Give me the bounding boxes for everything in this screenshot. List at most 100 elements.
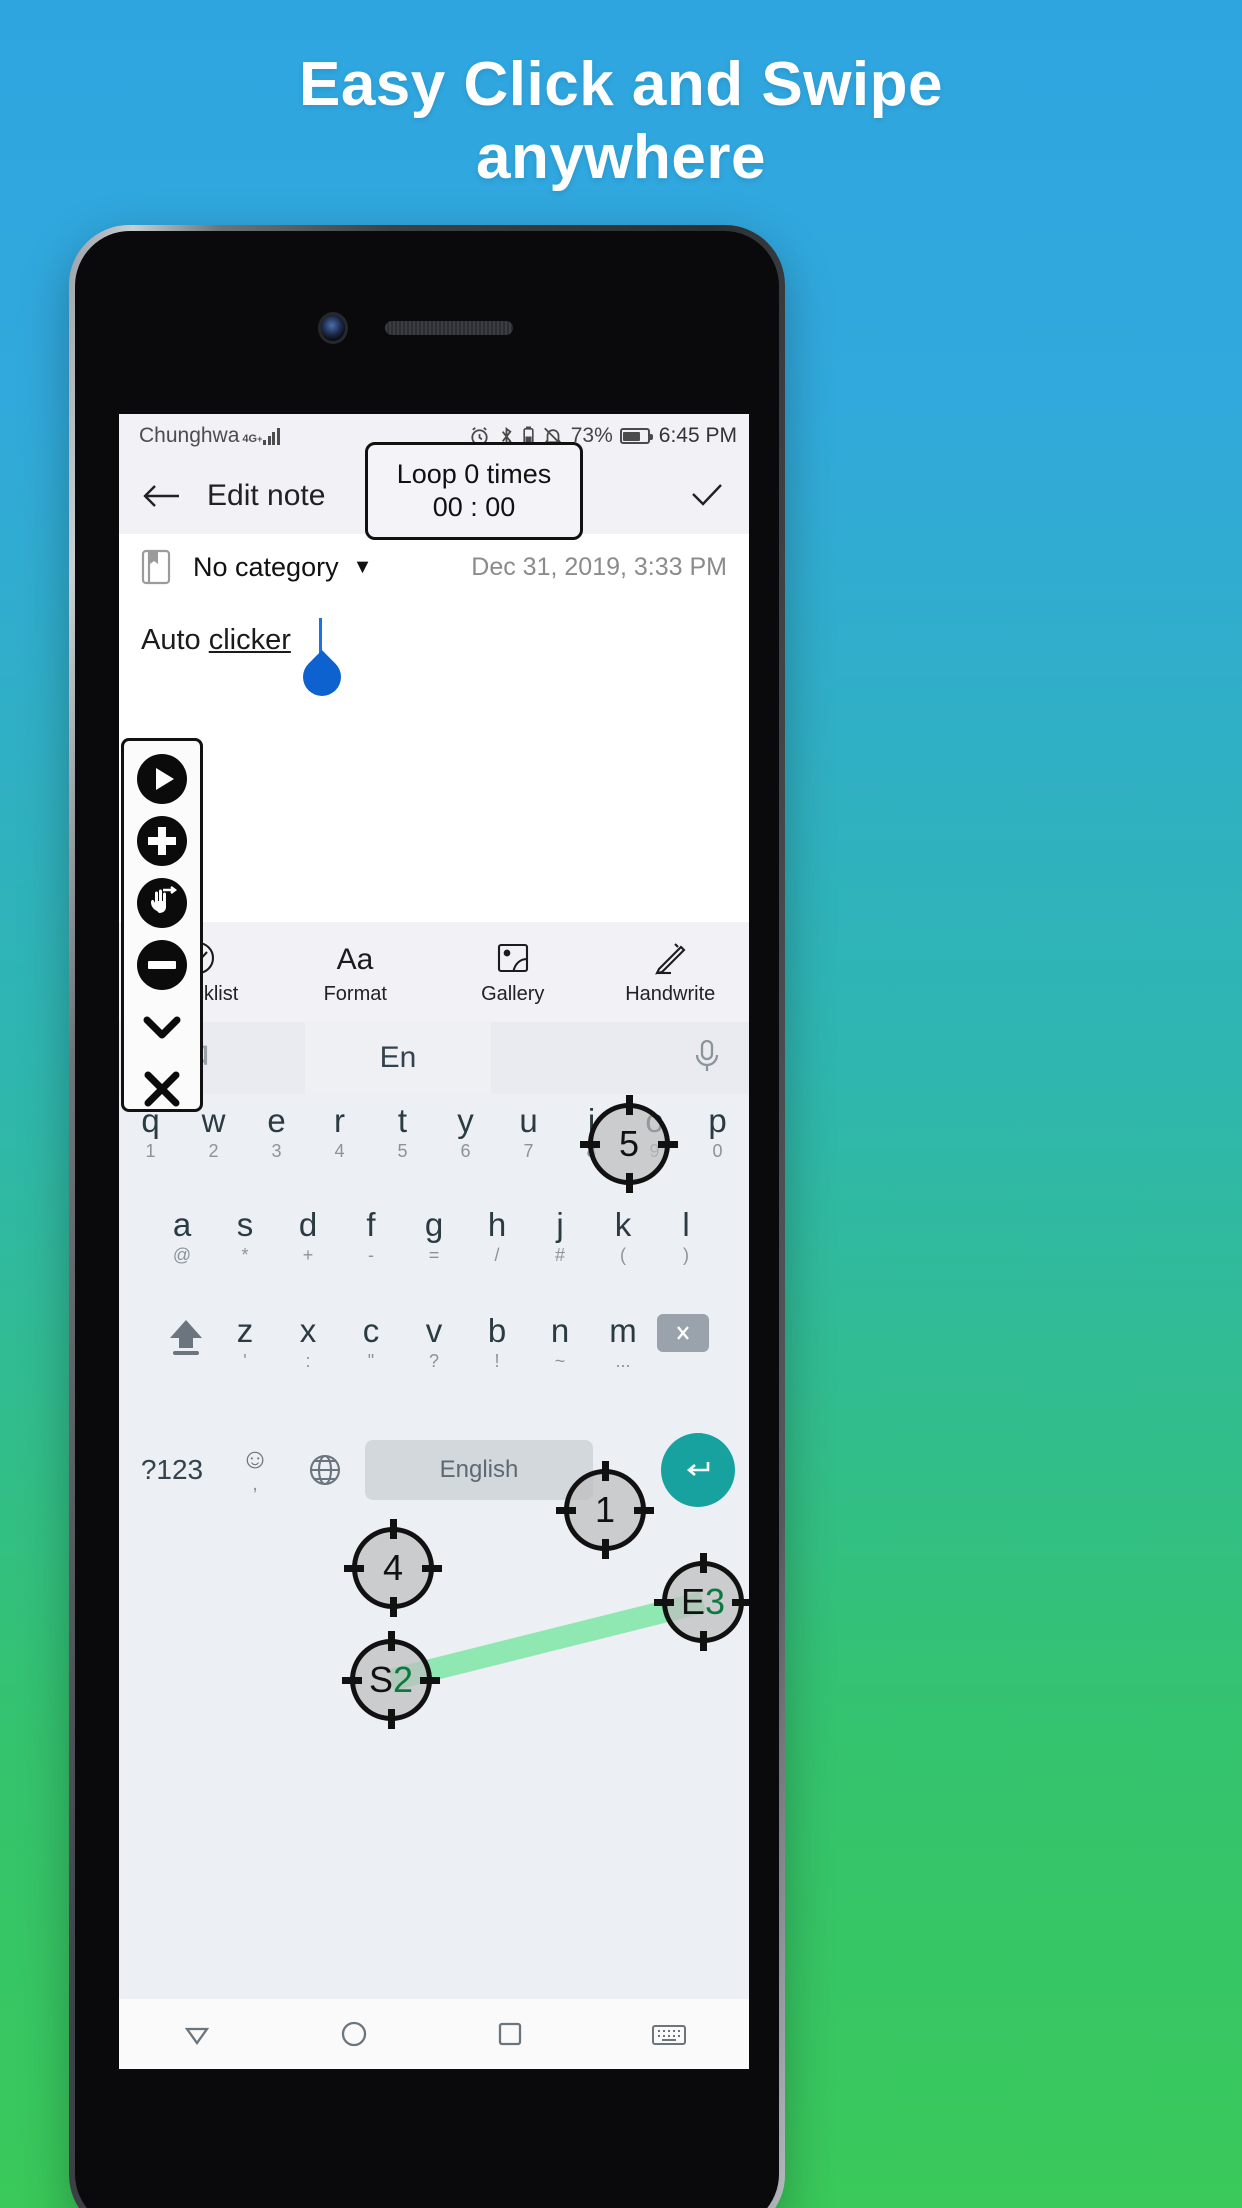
marker-tick-bottom xyxy=(387,1709,395,1729)
marker-tick-top xyxy=(625,1095,633,1115)
key-d[interactable]: d + xyxy=(277,1206,340,1266)
key-f[interactable]: f- xyxy=(340,1207,403,1266)
key-t[interactable]: t5 xyxy=(371,1103,434,1162)
key-main-label: d xyxy=(298,1206,318,1243)
loop-timer-label: 00 : 00 xyxy=(432,492,516,522)
remove-button[interactable] xyxy=(135,939,189,991)
action-marker-5[interactable]: 5 xyxy=(580,1095,678,1193)
key-main-label: l xyxy=(682,1206,690,1243)
note-toolbar: Checklist Aa Format Gallery Handwrite xyxy=(119,922,749,1022)
headline-line-1: Easy Click and Swipe xyxy=(298,50,944,119)
key-k[interactable]: k( xyxy=(592,1207,655,1266)
nav-recents-square-icon[interactable] xyxy=(492,2016,528,2052)
key-w[interactable]: w2 xyxy=(182,1103,245,1162)
marker-tick-top xyxy=(601,1461,609,1481)
network-plus-label: + xyxy=(257,433,263,444)
key-sub-label: 5 xyxy=(397,1140,408,1161)
key-sub-label: ? xyxy=(428,1350,439,1371)
shift-key[interactable] xyxy=(158,1314,214,1358)
text-cursor-handle[interactable] xyxy=(295,650,349,704)
key-sub-label: ~ xyxy=(554,1350,566,1371)
category-name-label: No category xyxy=(193,551,339,582)
marker-tick-left xyxy=(580,1140,600,1148)
key-sub-label: ... xyxy=(615,1350,631,1371)
key-main-label: j xyxy=(556,1206,564,1243)
back-arrow-icon[interactable] xyxy=(141,481,181,511)
enter-key[interactable] xyxy=(652,1433,744,1507)
toolbar-label-handwrite: Handwrite xyxy=(625,982,716,1005)
voice-input-button[interactable] xyxy=(691,1037,723,1080)
globe-key[interactable] xyxy=(290,1451,360,1489)
action-marker-1[interactable]: 1 xyxy=(556,1461,654,1559)
key-sub-label: / xyxy=(494,1244,500,1265)
key-a[interactable]: a @ xyxy=(151,1207,214,1266)
key-v[interactable]: v? xyxy=(403,1313,466,1372)
emoji-key[interactable]: ☺ , xyxy=(220,1444,290,1496)
toolbar-item-handwrite[interactable]: Handwrite xyxy=(592,939,750,1006)
marker-label: 4 xyxy=(382,1547,404,1588)
key-e[interactable]: e3 xyxy=(245,1102,308,1162)
action-marker-S2[interactable]: S2 xyxy=(342,1631,440,1729)
marker-index-label: 2 xyxy=(392,1659,414,1700)
toolbar-item-gallery[interactable]: Gallery xyxy=(434,939,592,1006)
key-j[interactable]: j # xyxy=(529,1206,592,1266)
key-sub-label: : xyxy=(305,1350,311,1371)
toolbar-item-format[interactable]: Aa Format xyxy=(277,939,435,1006)
key-z[interactable]: z ' xyxy=(214,1313,277,1372)
key-main-label: e xyxy=(267,1102,286,1139)
key-sub-label: @ xyxy=(172,1244,192,1265)
key-main-label: g xyxy=(424,1206,444,1243)
backspace-key-bg xyxy=(656,1314,709,1352)
key-u[interactable]: u7 xyxy=(497,1103,560,1162)
chevron-down-icon[interactable]: ▼ xyxy=(353,556,373,579)
key-c[interactable]: c " xyxy=(340,1312,403,1372)
marker-tick-right xyxy=(422,1564,442,1572)
note-body[interactable]: Auto clicker xyxy=(119,600,749,860)
key-sub-label: * xyxy=(241,1244,249,1265)
key-m[interactable]: m... xyxy=(592,1313,655,1372)
key-g[interactable]: g = xyxy=(403,1206,466,1266)
enter-key-bg xyxy=(661,1433,735,1507)
key-h[interactable]: h / xyxy=(466,1207,529,1266)
marker-tick-right xyxy=(634,1506,654,1514)
add-click-button[interactable] xyxy=(135,815,189,867)
key-x[interactable]: x: xyxy=(277,1313,340,1372)
svg-text:Aa: Aa xyxy=(337,943,374,976)
language-tab-en[interactable]: En xyxy=(305,1022,491,1094)
nav-keyboard-icon[interactable] xyxy=(649,2016,689,2052)
android-nav-bar xyxy=(119,1999,749,2069)
toolbar-label-format: Format xyxy=(323,982,387,1005)
key-l[interactable]: l) xyxy=(655,1206,718,1266)
backspace-icon xyxy=(676,1326,689,1340)
key-sub-label: 4 xyxy=(334,1140,345,1161)
close-button[interactable] xyxy=(135,1063,189,1115)
action-marker-4[interactable]: 4 xyxy=(344,1519,442,1617)
marker-tick-top xyxy=(387,1631,395,1651)
key-sub-label: 3 xyxy=(271,1140,282,1161)
key-p[interactable]: p0 xyxy=(686,1102,749,1162)
nav-home-circle-icon[interactable] xyxy=(336,2016,372,2052)
add-swipe-button[interactable] xyxy=(135,877,189,929)
key-main-label: p xyxy=(708,1102,727,1139)
key-r[interactable]: r4 xyxy=(308,1103,371,1162)
gallery-image-icon xyxy=(497,943,528,972)
collapse-button[interactable] xyxy=(135,1001,189,1053)
key-b[interactable]: b! xyxy=(466,1313,529,1372)
delete-key[interactable] xyxy=(655,1314,711,1352)
save-note-button[interactable] xyxy=(687,479,727,514)
key-main-label: c xyxy=(362,1312,380,1349)
marker-label: E3 xyxy=(680,1581,726,1622)
key-y[interactable]: y6 xyxy=(434,1103,497,1162)
key-sub-label: 1 xyxy=(145,1140,156,1161)
key-s[interactable]: s * xyxy=(214,1207,277,1266)
category-row[interactable]: No category ▼ Dec 31, 2019, 3:33 PM xyxy=(119,534,749,600)
note-date-label: Dec 31, 2019, 3:33 PM xyxy=(471,552,727,581)
key-n[interactable]: n ~ xyxy=(529,1313,592,1372)
play-button[interactable] xyxy=(135,753,189,805)
nav-back-triangle-icon[interactable] xyxy=(179,2016,215,2052)
keyboard-language-bar: En xyxy=(119,1022,749,1094)
note-text-plain: Auto xyxy=(141,624,209,656)
symbols-key[interactable]: ?123 xyxy=(124,1454,220,1486)
action-marker-E3[interactable]: E3 xyxy=(654,1553,749,1651)
loop-status-overlay: Loop 0 times 00 : 00 xyxy=(365,442,583,540)
